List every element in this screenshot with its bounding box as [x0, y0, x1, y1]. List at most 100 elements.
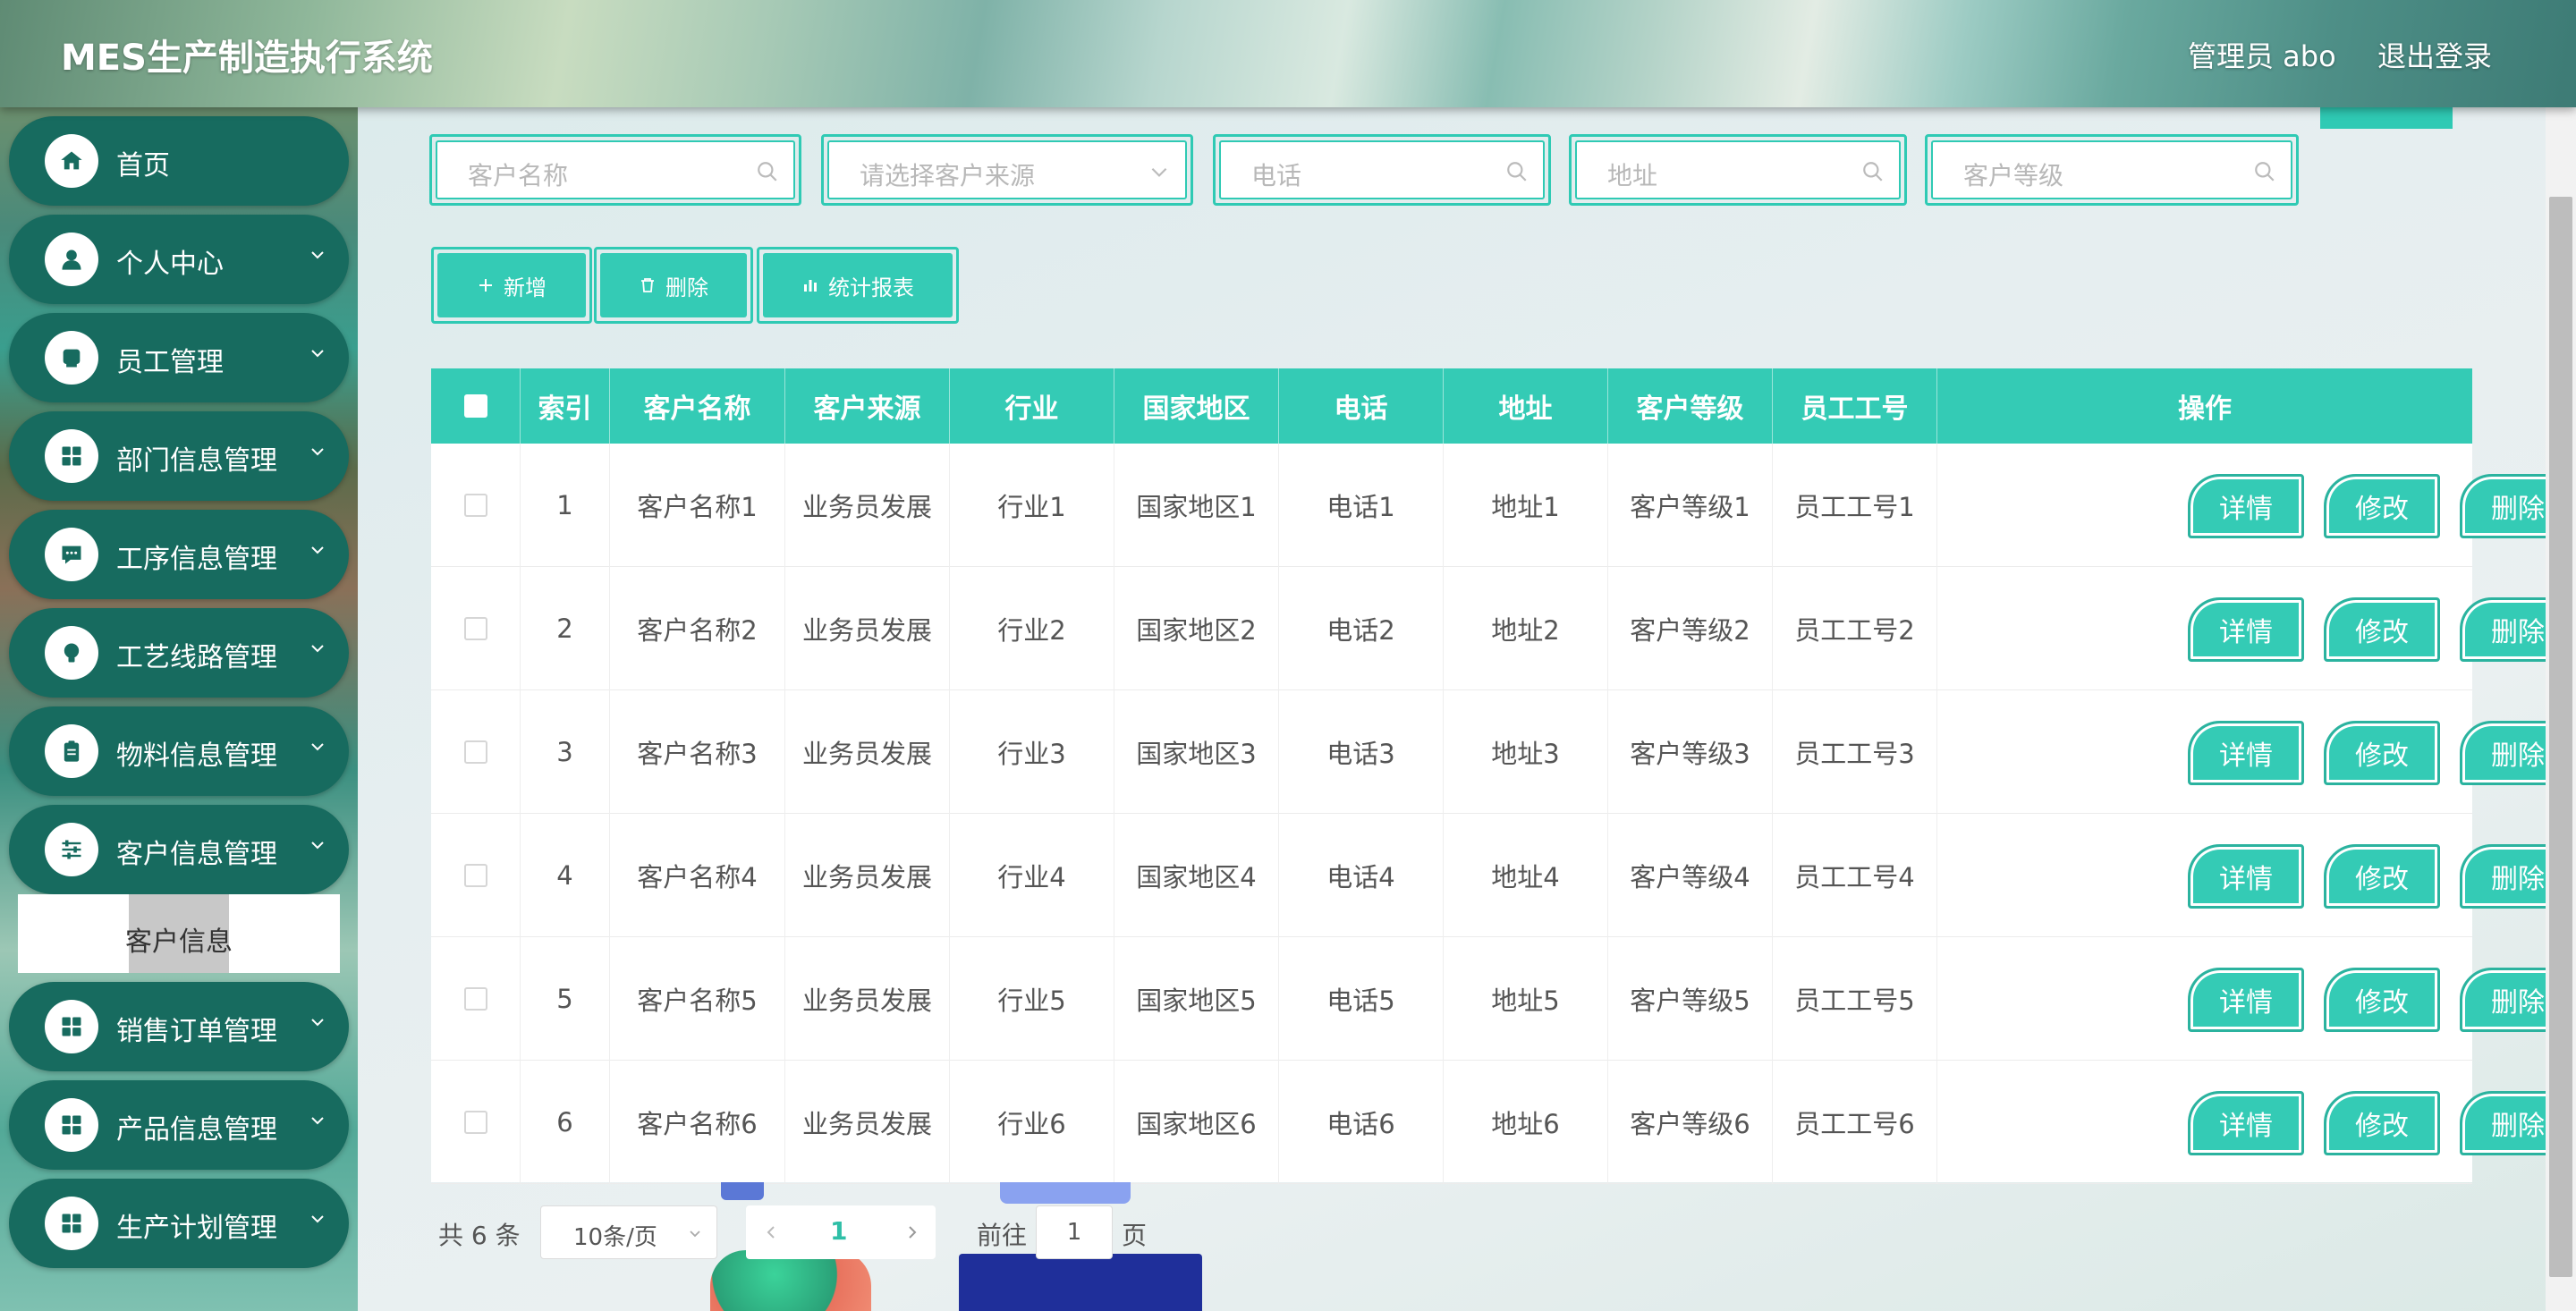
sidebar-item-label: 首页 [116, 150, 170, 182]
edit-button[interactable]: 修改 [2324, 968, 2440, 1032]
sidebar-item-customers[interactable]: 客户信息管理 [9, 805, 349, 894]
chevron-down-icon [311, 1117, 324, 1125]
pagination-total: 共 6 条 [438, 1221, 521, 1250]
chevron-down-icon [690, 1231, 700, 1238]
delete-button[interactable]: 删除 [594, 247, 753, 324]
select-all-cell [431, 368, 521, 444]
sidebar-item-label: 员工管理 [116, 347, 224, 378]
cell-phone: 电话5 [1279, 937, 1444, 1061]
page-size-select[interactable]: 10条/页 [540, 1205, 717, 1259]
cell-select [431, 444, 521, 567]
sidebar-item-label: 工序信息管理 [116, 544, 277, 575]
phone-search[interactable]: 电话 [1213, 134, 1551, 206]
cell-industry: 行业2 [950, 567, 1114, 690]
chevron-down-icon [311, 743, 324, 751]
clipboard-icon [45, 724, 98, 778]
sidebar-item-products[interactable]: 产品信息管理 [9, 1080, 349, 1170]
row-checkbox[interactable] [463, 864, 487, 887]
edit-button[interactable]: 修改 [2324, 844, 2440, 909]
sidebar-item-label: 个人中心 [116, 249, 224, 280]
select-all-checkbox[interactable] [463, 394, 487, 418]
address-search[interactable]: 地址 [1569, 134, 1907, 206]
cell-customer-level: 客户等级1 [1608, 444, 1773, 567]
goto-suffix: 页 [1122, 1221, 1148, 1250]
table-row: 3 客户名称3 业务员发展 行业3 国家地区3 电话3 地址3 客户等级3 员工工号3 详情 修改删… [431, 690, 2576, 814]
sidebar-item-materials[interactable]: 物料信息管理 [9, 706, 349, 796]
cell-employee-id: 员工工号6 [1773, 1061, 1937, 1184]
detail-button[interactable]: 详情 [2188, 844, 2304, 909]
address-placeholder: 地址 [1607, 161, 1658, 190]
chevron-down-icon [311, 350, 324, 358]
cell-customer-level: 客户等级5 [1608, 937, 1773, 1061]
cell-operations: 详情 修改 删除 [1937, 1061, 2576, 1184]
app-title: MES生产制造执行系统 [61, 38, 433, 79]
cell-phone: 电话2 [1279, 567, 1444, 690]
sidebar-item-profile[interactable]: 个人中心 [9, 215, 349, 304]
detail-button[interactable]: 详情 [2188, 474, 2304, 538]
trash-icon [641, 278, 654, 292]
decoration [1000, 1182, 1131, 1204]
edit-button[interactable]: 修改 [2324, 1091, 2440, 1155]
cell-customer-name: 客户名称4 [610, 814, 785, 937]
detail-button[interactable]: 详情 [2188, 597, 2304, 662]
sidebar-subitem-customer-info[interactable]: 客户信息 [18, 894, 340, 973]
current-user: 管理员 abo [2188, 39, 2336, 73]
report-button[interactable]: 统计报表 [757, 247, 959, 324]
sidebar-item-sales-orders[interactable]: 销售订单管理 [9, 982, 349, 1071]
sidebar-item-processes[interactable]: 工序信息管理 [9, 510, 349, 599]
cell-address: 地址5 [1444, 937, 1608, 1061]
sidebar-item-production-plans[interactable]: 生产计划管理 [9, 1179, 349, 1268]
cell-operations: 详情 修改 删除 [1937, 690, 2576, 814]
customer-source-select[interactable]: 请选择客户来源 [821, 134, 1193, 206]
decoration [710, 1250, 871, 1311]
detail-button[interactable]: 详情 [2188, 968, 2304, 1032]
detail-button[interactable]: 详情 [2188, 721, 2304, 785]
col-customer-source: 客户来源 [785, 368, 950, 444]
cell-address: 地址1 [1444, 444, 1608, 567]
add-button[interactable]: 新增 [431, 247, 592, 324]
delete-button-label: 删除 [665, 275, 708, 300]
row-checkbox[interactable] [463, 987, 487, 1011]
query-button[interactable] [2320, 107, 2453, 129]
customer-level-placeholder: 客户等级 [1963, 161, 2064, 190]
row-checkbox[interactable] [463, 494, 487, 517]
chevron-down-icon [311, 546, 324, 554]
cell-customer-source: 业务员发展 [785, 444, 950, 567]
cell-region: 国家地区2 [1114, 567, 1279, 690]
sidebar-item-routes[interactable]: 工艺线路管理 [9, 608, 349, 698]
cell-region: 国家地区1 [1114, 444, 1279, 567]
row-checkbox[interactable] [463, 617, 487, 640]
edit-button[interactable]: 修改 [2324, 597, 2440, 662]
cell-select [431, 937, 521, 1061]
col-operations: 操作 [2178, 393, 2232, 425]
plus-icon [479, 279, 492, 292]
cell-industry: 行业5 [950, 937, 1114, 1061]
sidebar-item-departments[interactable]: 部门信息管理 [9, 411, 349, 501]
cell-index: 5 [521, 937, 610, 1061]
logout-link[interactable]: 退出登录 [2377, 34, 2492, 75]
row-checkbox[interactable] [463, 740, 487, 764]
chevron-right-icon[interactable] [903, 1223, 921, 1241]
sidebar-item-home[interactable]: 首页 [9, 116, 349, 206]
chevron-left-icon[interactable] [762, 1223, 780, 1241]
cell-customer-source: 业务员发展 [785, 1061, 950, 1184]
chevron-down-icon [311, 645, 324, 653]
sidebar-item-employees[interactable]: 员工管理 [9, 313, 349, 402]
sidebar-item-label: 物料信息管理 [116, 740, 277, 772]
detail-button[interactable]: 详情 [2188, 1091, 2304, 1155]
customer-table: 索引 客户名称 客户来源 行业 国家地区 电话 地址 客户等级 员工工号 操作 … [431, 368, 2576, 1184]
customer-level-search[interactable]: 客户等级 [1925, 134, 2299, 206]
cell-customer-source: 业务员发展 [785, 937, 950, 1061]
customer-source-placeholder: 请选择客户来源 [860, 161, 1036, 190]
customer-name-search[interactable]: 客户名称 [429, 134, 801, 206]
col-customer-level: 客户等级 [1608, 368, 1773, 444]
cell-customer-source: 业务员发展 [785, 567, 950, 690]
edit-button[interactable]: 修改 [2324, 721, 2440, 785]
sidebar-item-label: 产品信息管理 [116, 1114, 277, 1146]
scrollbar-thumb[interactable] [2549, 197, 2572, 1277]
edit-button[interactable]: 修改 [2324, 474, 2440, 538]
goto-page-input[interactable]: 1 [1036, 1205, 1113, 1259]
cell-operations: 详情 修改 删除 [1937, 814, 2576, 937]
current-page[interactable]: 1 [830, 1216, 847, 1246]
row-checkbox[interactable] [463, 1111, 487, 1134]
